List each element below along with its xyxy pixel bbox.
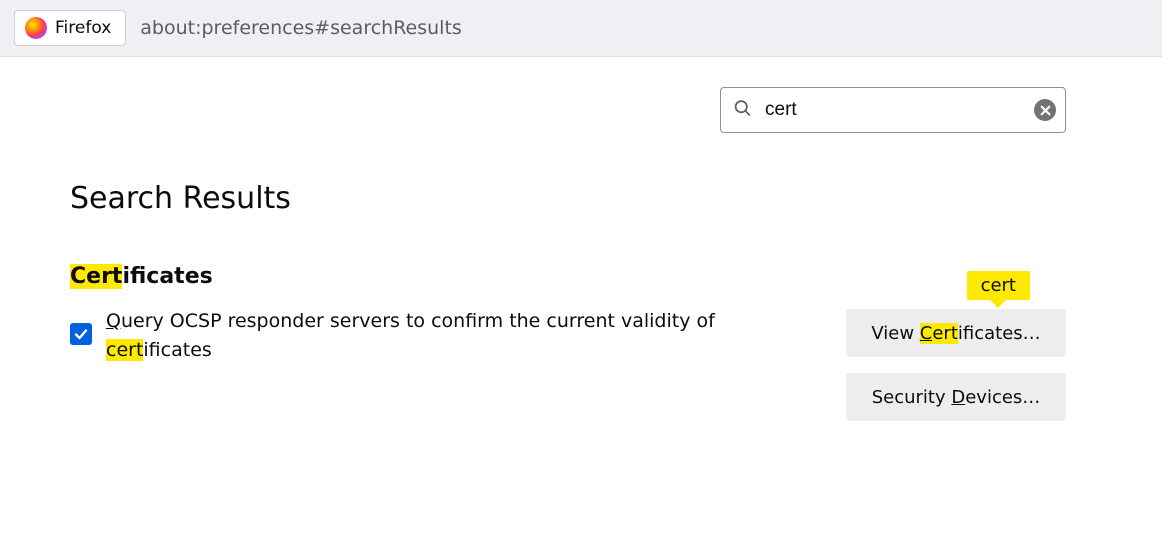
clear-search-button[interactable] <box>1034 99 1056 121</box>
ocsp-checkbox[interactable] <box>70 323 92 345</box>
ocsp-option-label[interactable]: Query OCSP responder servers to confirm … <box>106 307 750 364</box>
ocsp-option-row: Query OCSP responder servers to confirm … <box>70 307 750 364</box>
search-input[interactable] <box>720 87 1066 133</box>
accesskey-q: Q <box>106 310 121 332</box>
certificates-section: Query OCSP responder servers to confirm … <box>70 307 1066 421</box>
search-field <box>720 87 1066 133</box>
section-heading-certificates: Certificates <box>70 264 1066 289</box>
page-url[interactable]: about:preferences#searchResults <box>140 17 462 39</box>
heading-highlight: Cert <box>70 264 122 289</box>
option-highlight: cert <box>106 339 143 361</box>
app-name: Firefox <box>55 18 111 38</box>
certificates-buttons: cert View Certificates… Security Devices… <box>846 309 1066 421</box>
firefox-badge: Firefox <box>14 10 126 46</box>
search-icon <box>734 100 751 121</box>
preferences-content: Search Results Certificates Query OCSP r… <box>0 57 1162 421</box>
accesskey-c: C <box>920 323 933 344</box>
search-tooltip: cert <box>967 271 1030 300</box>
page-title: Search Results <box>70 181 1066 216</box>
firefox-logo-icon <box>25 17 47 39</box>
security-devices-button[interactable]: Security Devices… <box>846 373 1066 421</box>
view-certificates-button[interactable]: View Certificates… <box>846 309 1066 357</box>
heading-rest: ificates <box>122 264 212 289</box>
accesskey-d: D <box>951 387 965 408</box>
search-container <box>70 87 1066 133</box>
close-icon <box>1040 105 1051 116</box>
address-bar: Firefox about:preferences#searchResults <box>0 0 1162 57</box>
check-icon <box>73 326 89 342</box>
